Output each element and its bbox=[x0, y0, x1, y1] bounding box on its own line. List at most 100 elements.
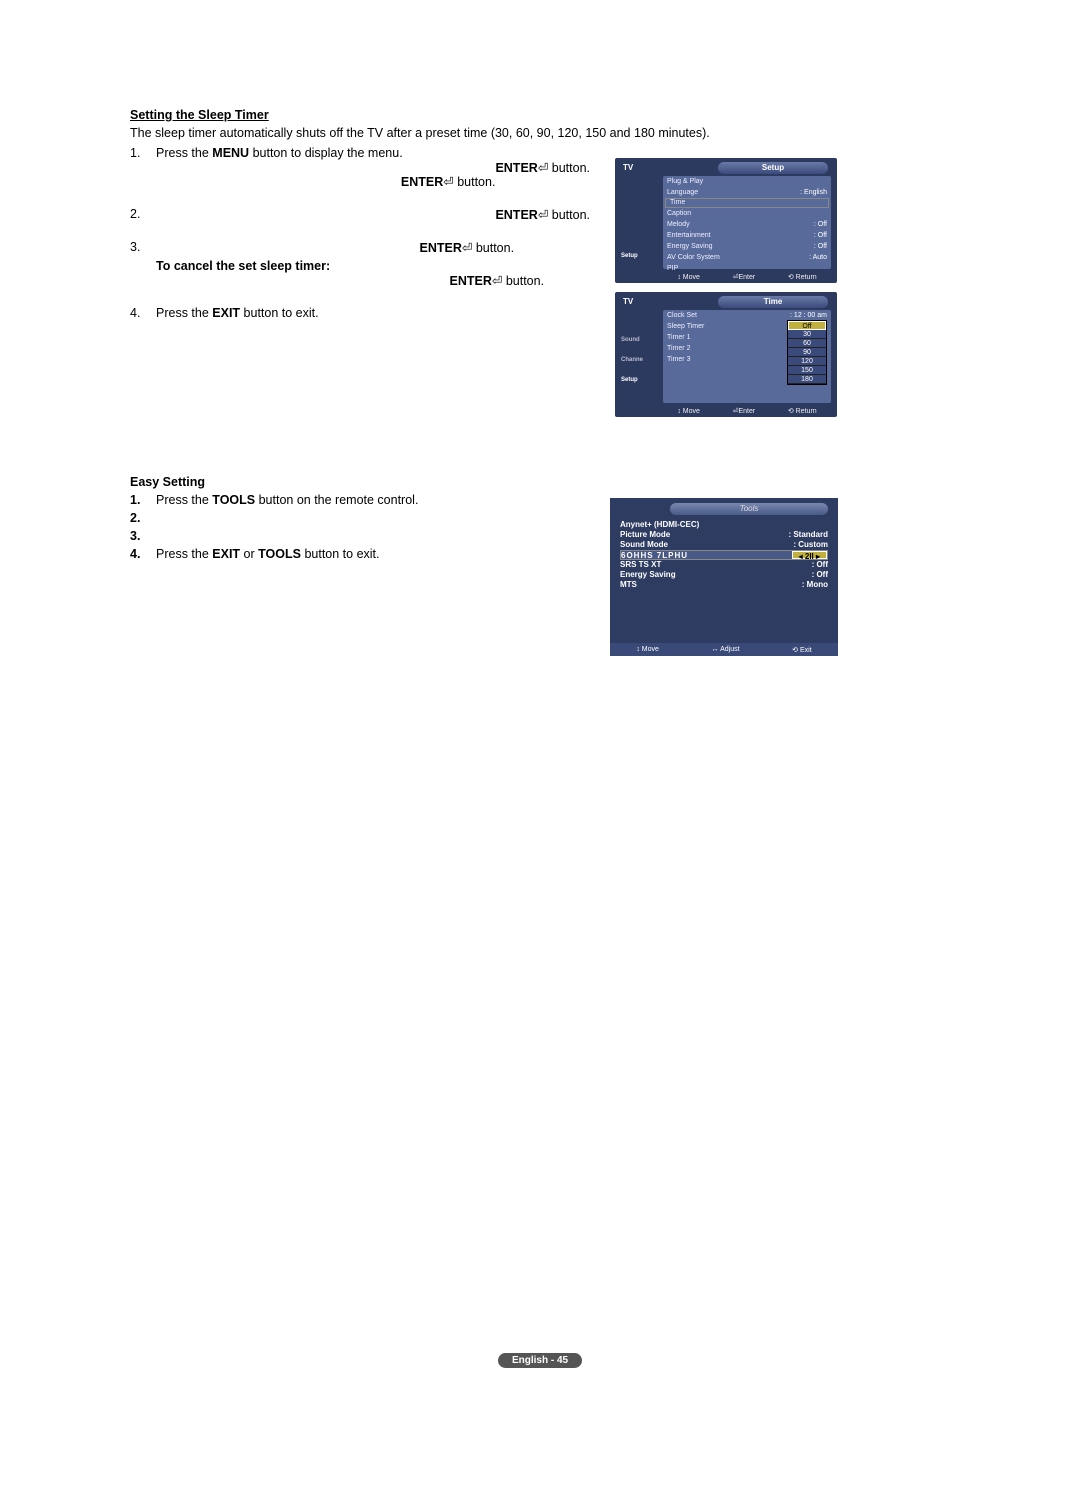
osd-title: Setup bbox=[718, 162, 828, 174]
tools-row: Energy Saving: Off bbox=[620, 570, 828, 580]
text: or bbox=[240, 547, 258, 561]
page-number: English - 45 bbox=[498, 1353, 582, 1368]
enter-icon bbox=[538, 161, 548, 175]
step-number: 3. bbox=[130, 529, 156, 543]
step-number: 1. bbox=[130, 493, 156, 507]
osd-title: Time bbox=[718, 296, 828, 308]
step-number: 2. bbox=[130, 207, 156, 222]
osd-row: Caption bbox=[663, 208, 831, 219]
text: button on the remote control. bbox=[255, 493, 418, 507]
sidebar-item-setup: Setup bbox=[619, 370, 661, 390]
text: Press the bbox=[156, 146, 212, 160]
osd-setup-menu: TV Setup Setup Plug & PlayLanguage: Engl… bbox=[615, 158, 837, 283]
tools-row: Picture Mode: Standard bbox=[620, 530, 828, 540]
step-number: 1. bbox=[130, 146, 156, 189]
section-title-sleep: Setting the Sleep Timer bbox=[130, 108, 950, 122]
easy-step-3: 3. bbox=[130, 529, 610, 543]
bottom-return: Return bbox=[796, 274, 817, 281]
tools-word: TOOLS bbox=[212, 493, 255, 507]
text: Press the bbox=[156, 306, 212, 320]
text: button to display the menu. bbox=[249, 146, 403, 160]
easy-step-4: 4. Press the EXIT or TOOLS button to exi… bbox=[130, 547, 610, 561]
text: button. bbox=[472, 241, 514, 255]
bottom-exit: Exit bbox=[800, 647, 812, 654]
sidebar-item bbox=[619, 310, 661, 330]
enter-icon bbox=[538, 208, 548, 222]
bottom-enter: Enter bbox=[738, 274, 755, 281]
step-number: 2. bbox=[130, 511, 156, 525]
enter-word: ENTER bbox=[495, 208, 537, 222]
osd-tools-menu: Tools Anynet+ (HDMI-CEC)Picture Mode: St… bbox=[610, 498, 838, 656]
osd-row: Entertainment: Off bbox=[663, 230, 831, 241]
sidebar-item-setup: Setup bbox=[619, 246, 661, 266]
step-number: 4. bbox=[130, 547, 156, 561]
step-number: 3. bbox=[130, 240, 156, 288]
text: button. bbox=[454, 175, 496, 189]
return-icon bbox=[788, 408, 794, 415]
text: button to exit. bbox=[301, 547, 380, 561]
dropdown-option: 60 bbox=[788, 339, 826, 348]
enter-icon bbox=[492, 274, 502, 288]
menu-word: MENU bbox=[212, 146, 249, 160]
move-icon bbox=[636, 646, 640, 653]
step-number: 4. bbox=[130, 306, 156, 320]
dropdown-option: Off bbox=[788, 321, 826, 330]
exit-icon bbox=[792, 647, 798, 654]
sleep-timer-dropdown: Off306090120150180 bbox=[787, 320, 827, 385]
enter-icon bbox=[462, 241, 472, 255]
enter-word: ENTER bbox=[419, 241, 461, 255]
sidebar-item-channel: Channe bbox=[619, 350, 661, 370]
dropdown-option: 120 bbox=[788, 357, 826, 366]
dropdown-option: 90 bbox=[788, 348, 826, 357]
dropdown-option: 150 bbox=[788, 366, 826, 375]
bottom-adjust: Adjust bbox=[720, 646, 739, 653]
step-2: 2. ENTER button. bbox=[130, 207, 610, 222]
bottom-move: Move bbox=[683, 274, 700, 281]
text: button to exit. bbox=[240, 306, 319, 320]
bottom-enter: Enter bbox=[738, 408, 755, 415]
text: Press the bbox=[156, 493, 212, 507]
osd-row: AV Color System: Auto bbox=[663, 252, 831, 263]
bottom-move: Move bbox=[642, 646, 659, 653]
osd-row: Time bbox=[665, 198, 829, 208]
tools-row: MTS: Mono bbox=[620, 580, 828, 590]
easy-step-2: 2. bbox=[130, 511, 610, 525]
text: button. bbox=[548, 161, 590, 175]
tools-word: TOOLS bbox=[258, 547, 301, 561]
move-icon bbox=[677, 274, 681, 281]
text: button. bbox=[502, 274, 544, 288]
sidebar-item-sound: Sound bbox=[619, 330, 661, 350]
return-icon bbox=[788, 274, 794, 281]
page-footer: English - 45 bbox=[0, 1352, 1080, 1368]
bottom-return: Return bbox=[796, 408, 817, 415]
exit-word: EXIT bbox=[212, 306, 240, 320]
easy-setting-heading: Easy Setting bbox=[130, 475, 950, 489]
osd-row: Melody: Off bbox=[663, 219, 831, 230]
tools-row: SRS TS XT: Off bbox=[620, 560, 828, 570]
osd-row: Plug & Play bbox=[663, 176, 831, 187]
osd-row: Language: English bbox=[663, 187, 831, 198]
tools-row: Anynet+ (HDMI-CEC) bbox=[620, 520, 828, 530]
text: button. bbox=[548, 208, 590, 222]
tv-label: TV bbox=[623, 297, 633, 306]
step-3: 3. ENTER button. To cancel the set sleep… bbox=[130, 240, 610, 288]
easy-step-1: 1. Press the TOOLS button on the remote … bbox=[130, 493, 610, 507]
exit-word: EXIT bbox=[212, 547, 240, 561]
enter-word: ENTER bbox=[495, 161, 537, 175]
text: Press the bbox=[156, 547, 212, 561]
cancel-heading: To cancel the set sleep timer: bbox=[156, 259, 590, 273]
osd-time-menu: TV Time Sound Channe Setup Off3060901201… bbox=[615, 292, 837, 417]
osd-row: Energy Saving: Off bbox=[663, 241, 831, 252]
enter-icon bbox=[443, 175, 453, 189]
step-4: 4. Press the EXIT button to exit. bbox=[130, 306, 610, 320]
tools-title: Tools bbox=[670, 503, 828, 515]
dropdown-option: 30 bbox=[788, 330, 826, 339]
tv-label: TV bbox=[623, 163, 633, 172]
intro-text: The sleep timer automatically shuts off … bbox=[130, 126, 950, 140]
tools-row-highlighted: 6OHHS 7LPHU◂ 2II ▸ bbox=[620, 550, 828, 560]
bottom-move: Move bbox=[683, 408, 700, 415]
adjust-icon bbox=[712, 646, 719, 653]
enter-word: ENTER bbox=[449, 274, 491, 288]
dropdown-option: 180 bbox=[788, 375, 826, 384]
tools-row: Sound Mode: Custom bbox=[620, 540, 828, 550]
